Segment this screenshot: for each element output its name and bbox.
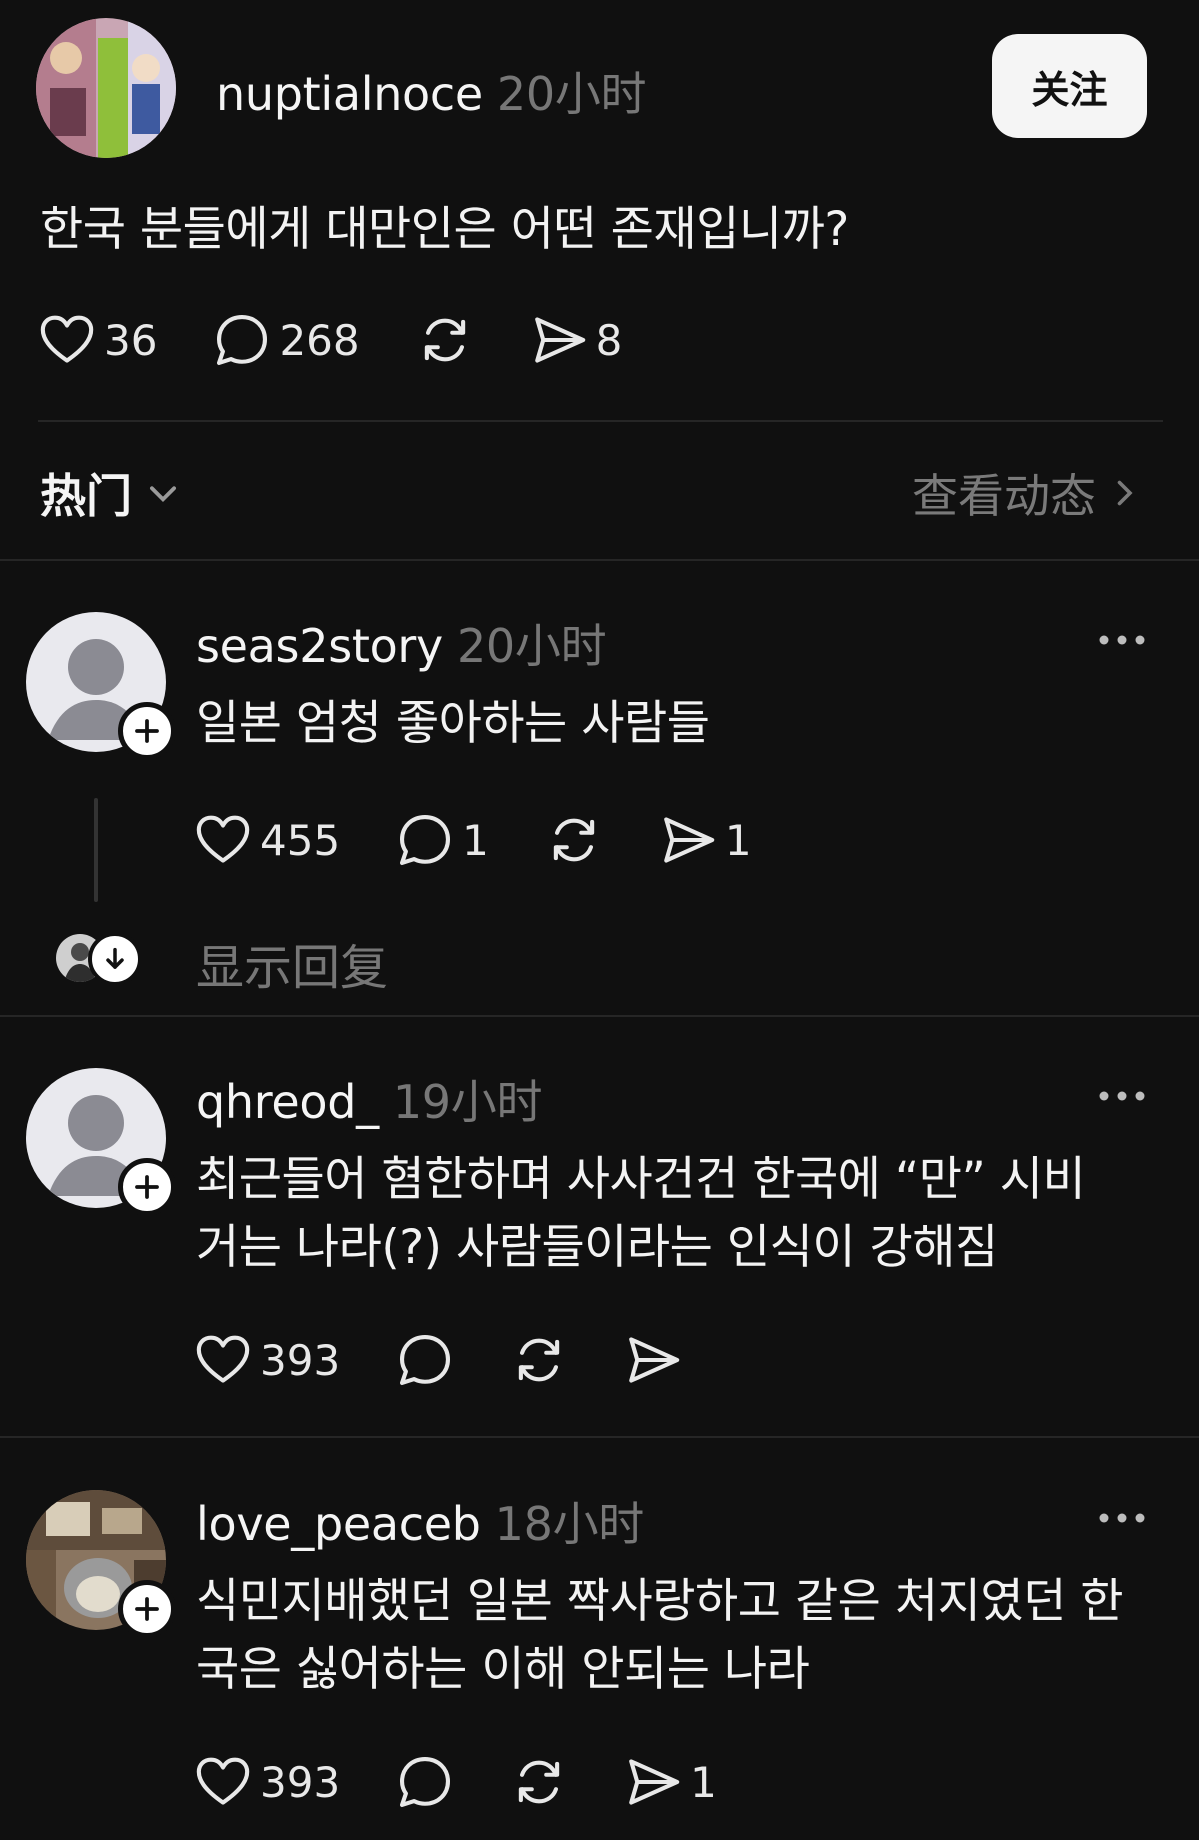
send-icon [629,1759,680,1805]
comment-count: 1 [462,815,489,865]
comment-button[interactable] [396,1331,454,1389]
comment-icon [400,1756,451,1808]
heart-icon [196,815,250,863]
divider [38,420,1163,422]
follow-button[interactable]: 关注 [992,34,1147,138]
reply-text-line: 최근들어 혐한하며 사사건건 한국에 “만” 시비 [196,1152,1086,1207]
reply-actions: 393 [194,1330,738,1390]
chevron-right-icon [1117,480,1133,506]
heart-icon [40,315,94,363]
share-button[interactable] [624,1331,682,1389]
comment-button[interactable] [396,1753,454,1811]
comment-icon [400,1334,451,1386]
plus-icon [135,1175,159,1199]
reply-author-name[interactable]: seas2story 20小时 [196,610,607,676]
divider [0,559,1199,561]
reply-author-name[interactable]: love_peaceb 18小时 [196,1488,644,1554]
comment-button[interactable]: 1 [396,811,489,869]
like-button[interactable]: 393 [194,1331,340,1389]
post-text: 한국 분들에게 대만인은 어떤 존재입니까? [40,202,849,257]
follow-plus-button[interactable] [118,1158,176,1216]
repost-icon [518,1760,560,1804]
reply-text-line: 국은 싫어하는 이해 안되는 나라 [196,1642,810,1697]
expand-replies-button[interactable] [88,932,142,986]
repost-icon [553,818,595,862]
send-icon [664,817,715,863]
share-count: 1 [724,815,752,865]
thread-line [94,798,98,902]
sort-dropdown[interactable]: 热门 [40,460,182,526]
reply-text-line: 식민지배했던 일본 짝사랑하고 같은 처지였던 한 [196,1574,1124,1629]
repost-button[interactable] [510,1753,568,1811]
comment-button[interactable]: 268 [213,311,360,369]
repost-button[interactable] [416,311,474,369]
comment-icon [400,814,451,866]
follow-plus-button[interactable] [118,1580,176,1638]
plus-icon [135,719,159,743]
divider [0,1436,1199,1438]
like-count: 36 [104,315,158,365]
like-button[interactable]: 393 [194,1753,340,1811]
post-actions: 36 268 8 [38,310,678,370]
post-time: 20小时 [496,67,647,121]
chevron-down-icon [150,486,176,503]
share-count: 1 [690,1757,717,1807]
reply-text-line: 거는 나라(?) 사람들이라는 인식이 강해짐 [196,1220,998,1275]
reply-time: 19小时 [392,1075,543,1129]
more-options-icon[interactable] [1098,632,1146,648]
repost-icon [518,1338,560,1382]
like-button[interactable]: 455 [194,811,340,869]
heart-icon [196,1335,250,1383]
like-count: 455 [260,815,341,865]
post-author-username[interactable]: nuptialnoce [216,67,483,121]
reply-username[interactable]: qhreod_ [196,1075,379,1129]
arrow-down-icon [106,947,124,969]
reply-time: 20小时 [456,619,607,673]
send-icon [629,1337,680,1383]
like-button[interactable]: 36 [38,311,157,369]
repost-icon [424,318,465,362]
reply-username[interactable]: seas2story [196,619,443,673]
like-count: 393 [260,1335,341,1385]
comment-count: 268 [279,315,360,365]
share-button[interactable]: 1 [659,811,752,869]
post-author-name[interactable]: nuptialnoce 20小时 [216,58,647,124]
sort-label: 热门 [40,469,132,523]
heart-icon [196,1757,250,1805]
reply-author-name[interactable]: qhreod_ 19小时 [196,1066,542,1132]
reply-time: 18小时 [494,1497,645,1551]
show-replies-link[interactable]: 显示回复 [196,928,388,998]
activity-label: 查看动态 [912,469,1096,523]
reply-username[interactable]: love_peaceb [196,1497,481,1551]
comment-icon [217,314,268,366]
share-button[interactable]: 8 [530,311,623,369]
send-icon [534,317,585,363]
reply-actions: 393 1 [194,1752,773,1812]
share-count: 8 [595,315,623,365]
repost-button[interactable] [545,811,603,869]
follow-plus-button[interactable] [118,702,176,760]
divider [0,1015,1199,1017]
post-author-avatar[interactable] [36,18,176,158]
share-button[interactable]: 1 [624,1753,717,1811]
view-activity-link[interactable]: 查看动态 [912,460,1142,526]
more-options-icon[interactable] [1098,1510,1146,1526]
reply-text-line: 일본 엄청 좋아하는 사람들 [196,696,710,751]
reply-actions: 455 1 1 [194,810,808,870]
repost-button[interactable] [510,1331,568,1389]
like-count: 393 [260,1757,341,1807]
more-options-icon[interactable] [1098,1088,1146,1104]
plus-icon [135,1597,159,1621]
